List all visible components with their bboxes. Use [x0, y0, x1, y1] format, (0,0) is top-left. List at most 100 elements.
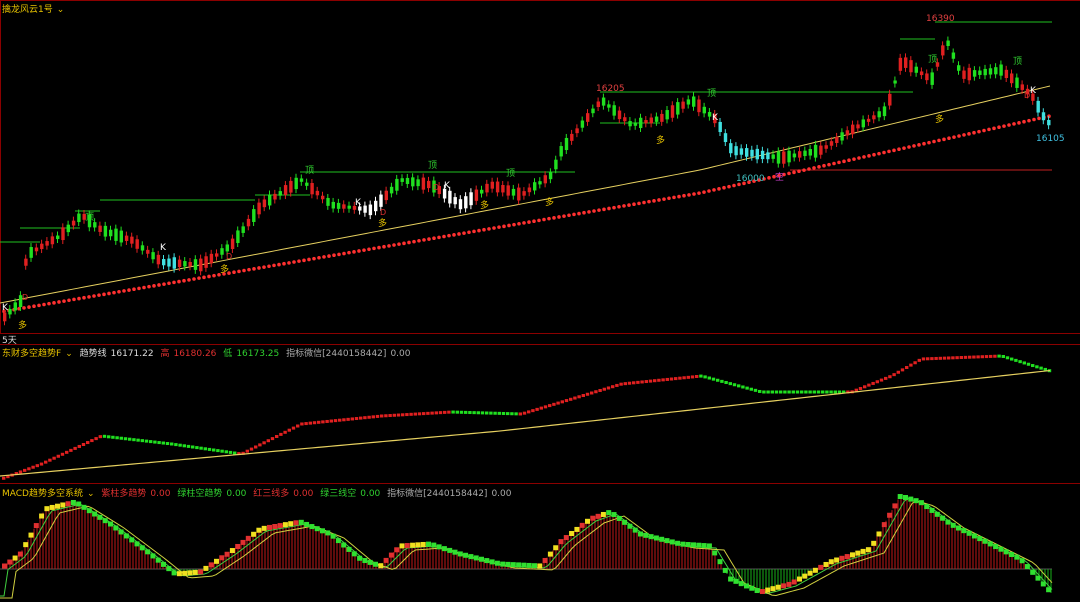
trend-chart[interactable]	[0, 344, 1080, 482]
trend-step	[388, 414, 392, 418]
trend-step	[766, 390, 770, 394]
chevron-down-icon[interactable]: ⌄	[65, 349, 73, 359]
candle-body	[45, 241, 49, 246]
trend-step	[539, 406, 543, 410]
trend-step	[23, 468, 27, 472]
trend-step	[968, 355, 972, 359]
candle-body	[427, 180, 431, 189]
macd-signal-block	[12, 555, 18, 561]
macd-signal-block	[155, 557, 161, 563]
trend-step	[716, 378, 720, 382]
trend-step	[375, 414, 380, 418]
support-dot	[1037, 116, 1041, 121]
support-dot	[207, 274, 211, 279]
trend-step	[417, 412, 422, 416]
trend-step	[787, 390, 791, 394]
macd-signal-block	[547, 551, 553, 557]
trend-step	[501, 411, 506, 415]
trend-step	[367, 415, 371, 419]
macd-signal-block	[775, 584, 781, 590]
macd-signal-block	[892, 503, 898, 509]
macd-dea-line	[0, 500, 1053, 599]
period-label: 5天	[2, 333, 21, 346]
candle-body	[321, 195, 325, 200]
candle-body	[654, 116, 659, 122]
macd-signal-block	[431, 542, 437, 548]
support-dot	[267, 264, 271, 269]
main-chart-panel[interactable]: 擒龙风云1号 ⌄ 16390 16205 16000 16105 多多多多多多多 K K K K K…	[0, 0, 1080, 340]
trend-step	[1014, 358, 1018, 362]
support-dot	[407, 240, 411, 245]
trend-step	[535, 407, 539, 411]
candle-body	[421, 177, 426, 190]
candle-body	[458, 199, 463, 210]
trend-low-label: 低	[223, 349, 233, 359]
macd-chart[interactable]	[0, 484, 1080, 602]
support-dot	[72, 297, 76, 302]
indicator-title[interactable]: 擒龙风云1号	[2, 5, 53, 15]
macd-signal-block	[325, 530, 331, 536]
candle-body	[983, 68, 987, 76]
trend-step	[821, 390, 825, 394]
macd-signal-block	[876, 531, 882, 537]
trend-step	[1022, 361, 1026, 365]
buy-marker: 多	[378, 217, 387, 229]
support-dot	[87, 295, 91, 299]
macd-signal-block	[606, 510, 612, 516]
trend-title[interactable]: 东财多空趋势F	[2, 349, 61, 359]
macd-signal-block	[579, 522, 585, 528]
candle-body	[527, 187, 532, 193]
candle-body	[474, 189, 479, 201]
candle-body	[1047, 120, 1051, 126]
macd-signal-block	[653, 535, 659, 541]
macd-title[interactable]: MACD趋势多空系统	[2, 489, 83, 499]
support-dot	[652, 199, 656, 203]
candle-body	[236, 230, 240, 244]
candle-body	[554, 159, 558, 170]
macd-signal-block	[81, 504, 87, 510]
candle-body	[204, 256, 208, 268]
candle-body	[400, 178, 404, 182]
trend-step	[73, 446, 77, 450]
trend-step	[577, 395, 581, 399]
macd-signal-block	[468, 554, 474, 560]
macd-signal-block	[479, 556, 484, 562]
chevron-down-icon[interactable]: ⌄	[87, 489, 95, 499]
high-price-label: 16390	[926, 14, 955, 24]
support-dot	[842, 159, 846, 164]
support-dot	[552, 216, 556, 220]
macd-signal-block	[282, 522, 288, 528]
trend-step	[804, 390, 808, 394]
candle-body	[506, 185, 510, 196]
candle-body	[278, 191, 282, 196]
panel-divider	[0, 333, 1080, 334]
candle-body	[119, 230, 123, 243]
trend-step	[627, 381, 632, 385]
support-dot	[397, 242, 401, 246]
candle-body	[760, 150, 765, 160]
candlestick-chart[interactable]: 16390162051600016105多多多多 多多多KKKKKKDDDDD顶顶…	[0, 0, 1080, 340]
chevron-down-icon[interactable]: ⌄	[57, 5, 65, 15]
support-dot	[417, 238, 421, 243]
trend-step	[65, 450, 69, 454]
trend-step	[497, 411, 501, 415]
candle-body	[374, 200, 378, 212]
macd-signal-block	[722, 567, 728, 573]
trend-step	[1018, 360, 1022, 364]
trend-step	[485, 411, 489, 415]
trend-step	[346, 417, 350, 421]
support-dot	[272, 263, 276, 268]
support-dot	[562, 214, 566, 218]
macd-signal-block	[224, 551, 230, 557]
candle-body	[808, 149, 812, 156]
trend-step	[434, 411, 438, 415]
candle-body	[962, 70, 966, 79]
trend-step	[56, 454, 60, 458]
macd-signal-block	[685, 542, 691, 548]
candle-body	[464, 196, 468, 209]
support-dot	[707, 189, 711, 193]
trend-step	[44, 460, 48, 464]
macd-signal-block	[17, 551, 23, 557]
macd-signal-block	[161, 561, 166, 567]
support-dot	[197, 276, 201, 280]
